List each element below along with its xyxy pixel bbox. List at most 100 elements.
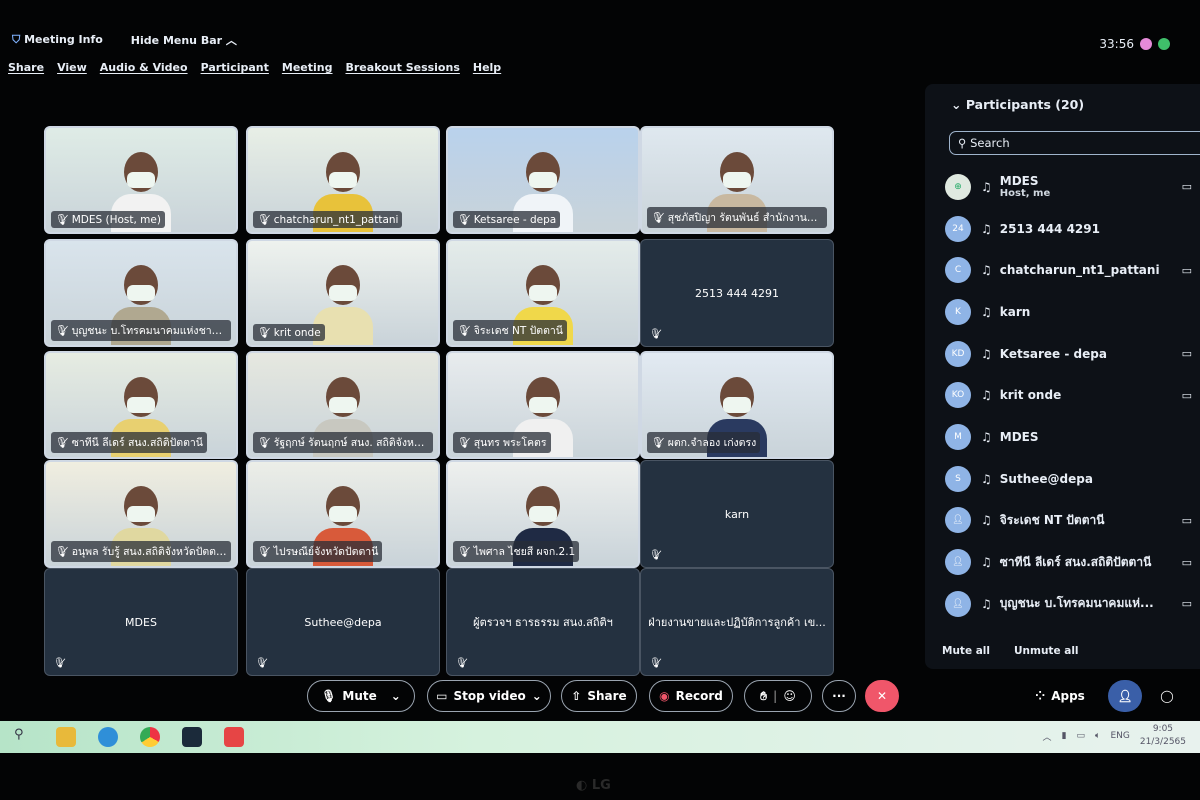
menu-view[interactable]: View	[57, 61, 87, 74]
share-button[interactable]: ⇧ Share	[561, 680, 637, 712]
video-tile[interactable]: 🎙︎̸ Ketsaree - depa	[446, 126, 640, 234]
participant-row[interactable]: K ♫︎ karn	[945, 291, 1200, 333]
participant-row[interactable]: S ♫︎ Suthee@depa	[945, 458, 1200, 500]
menu-participant[interactable]: Participant	[201, 61, 269, 74]
chrome-icon[interactable]	[140, 727, 160, 747]
video-tile[interactable]: 2513 444 4291 🎙︎̸	[640, 239, 834, 347]
video-tile[interactable]: 🎙︎̸ ไปรษณีย์จังหวัดปัตตานี	[246, 460, 440, 568]
participant-row[interactable]: 👤︎ ♫︎ ซาทีนี ลีเดร์ สนง.สถิติปัตตานี ▭	[945, 541, 1200, 583]
leave-button[interactable]: ✕	[865, 680, 899, 712]
headset-icon: ♫︎	[981, 596, 992, 611]
close-icon: ✕	[876, 689, 888, 703]
webex-icon[interactable]	[182, 727, 202, 747]
participant-search-input[interactable]: ⚲ Search	[949, 131, 1200, 155]
hide-menu-bar-button[interactable]: Hide Menu Bar ︿	[131, 32, 237, 48]
battery-icon[interactable]: ▮	[1062, 731, 1067, 741]
tile-name-label: MDES	[125, 615, 157, 629]
avatar: KD	[945, 340, 971, 367]
video-tile[interactable]: MDES 🎙︎̸	[44, 568, 238, 676]
participants-header[interactable]: ⌄ Participants (20)	[951, 97, 1084, 112]
timer-text: 33:56	[1099, 37, 1134, 51]
mic-muted-icon: 🎙︎̸	[55, 214, 69, 226]
mute-button[interactable]: 🎙︎ Mute ⌄	[307, 680, 415, 712]
search-icon: ⚲	[958, 136, 967, 150]
menu-meeting[interactable]: Meeting	[282, 61, 333, 74]
stop-video-button[interactable]: ▭ Stop video ⌄	[427, 680, 551, 712]
chevron-down-icon: ⌄	[531, 689, 542, 703]
app-icon[interactable]	[224, 727, 244, 747]
mic-muted-icon: 🎙︎̸	[53, 658, 66, 669]
menu-share[interactable]: Share	[8, 61, 44, 74]
tile-name-label: 🎙︎̸ krit onde	[253, 324, 325, 341]
unmute-all-button[interactable]: Unmute all	[1014, 645, 1079, 657]
avatar: K	[945, 298, 971, 325]
record-icon: ◉	[659, 689, 670, 703]
menu-breakout-sessions[interactable]: Breakout Sessions	[346, 61, 460, 74]
meeting-info-button[interactable]: ⛉ Meeting Info	[12, 33, 103, 47]
network-icon[interactable]: ▭	[1077, 731, 1086, 741]
participant-row[interactable]: M ♫︎ MDES	[945, 416, 1200, 458]
more-button[interactable]: ···	[822, 680, 856, 712]
menu-help[interactable]: Help	[473, 61, 501, 74]
video-tile[interactable]: 🎙︎̸ MDES (Host, me)	[44, 126, 238, 234]
chevron-up-icon: ︿	[225, 34, 237, 47]
camera-icon: ▭	[436, 689, 448, 703]
chevron-up-icon[interactable]: ︿	[1043, 730, 1052, 743]
apps-button[interactable]: ⁘ Apps	[1030, 680, 1090, 712]
video-tile[interactable]: karn 🎙︎̸	[640, 460, 834, 568]
mic-muted-icon: 🎙︎̸	[457, 214, 471, 226]
reactions-button[interactable]: ✋︎ | ☺	[744, 680, 812, 712]
video-tile[interactable]: ผู้ตรวจฯ ธารธรรม สนง.สถิติฯ 🎙︎̸	[446, 568, 640, 676]
video-tile[interactable]: 🎙︎̸ chatcharun_nt1_pattani	[246, 126, 440, 234]
participant-row[interactable]: C ♫︎ chatcharun_nt1_pattani ▭	[945, 249, 1200, 291]
camera-icon: ▭	[1181, 513, 1192, 527]
mute-all-button[interactable]: Mute all	[942, 645, 990, 657]
tile-name-label: 🎙︎̸ สุชภัสปิญา รัตนพันธ์ สำนักงานสถิ...	[647, 207, 827, 228]
tile-name-label: 🎙︎̸ อนุพล รับรู้ สนง.สถิติจังหวัดปัตตานี	[51, 541, 231, 562]
search-icon[interactable]: ⚲	[14, 727, 24, 742]
video-tile[interactable]: 🎙︎̸ ไพศาล ไชยสี ผจก.2.1	[446, 460, 640, 568]
mic-muted-icon: 🎙︎̸	[257, 546, 271, 558]
video-tile[interactable]: Suthee@depa 🎙︎̸	[246, 568, 440, 676]
mic-muted-icon: 🎙︎̸	[649, 550, 662, 561]
video-tile[interactable]: 🎙︎̸ krit onde	[246, 239, 440, 347]
video-tile[interactable]: 🎙︎̸ สุนทร พระโคตร	[446, 351, 640, 459]
tile-name-label: 2513 444 4291	[695, 286, 779, 300]
file-explorer-icon[interactable]	[56, 727, 76, 747]
participant-row[interactable]: 👤︎ ♫︎ จิระเดช NT ปัตตานี ▭	[945, 500, 1200, 542]
video-tile[interactable]: 🎙︎̸ บุญชนะ บ.โทรคมนาคมแห่งชาติ ปั...	[44, 239, 238, 347]
video-tile[interactable]: ฝ่ายงานขายและปฏิบัติการลูกค้า เข... 🎙︎̸	[640, 568, 834, 676]
participant-row[interactable]: KD ♫︎ Ketsaree - depa ▭	[945, 333, 1200, 375]
avatar: 👤︎	[945, 590, 971, 617]
video-tile[interactable]: 🎙︎̸ สุชภัสปิญา รัตนพันธ์ สำนักงานสถิ...	[640, 126, 834, 234]
avatar: S	[945, 465, 971, 492]
headset-icon: ♫︎	[981, 179, 992, 194]
chevron-down-icon: ⌄	[951, 97, 962, 112]
video-tile[interactable]: 🎙︎̸ จิระเดช NT ปัตตานี	[446, 239, 640, 347]
headset-icon: ♫︎	[981, 304, 992, 319]
camera-icon: ▭	[1181, 180, 1192, 194]
mic-muted-icon: 🎙︎̸	[55, 546, 69, 558]
clock[interactable]: 9:05 21/3/2565	[1140, 723, 1186, 749]
video-tile[interactable]: 🎙︎̸ ผตก.จำลอง เก่งตรง	[640, 351, 834, 459]
edge-icon[interactable]	[98, 727, 118, 747]
record-button[interactable]: ◉ Record	[649, 680, 733, 712]
tile-name-label: Suthee@depa	[304, 615, 382, 629]
participant-list: ⊕ ♫︎ MDES Host, me ▭ 24 ♫︎ 2513 444 4291 C ♫︎ chat…	[945, 166, 1200, 636]
video-tile[interactable]: 🎙︎̸ ซาทีนี ลีเดร์ สนง.สถิติปัตตานี	[44, 351, 238, 459]
participant-row[interactable]: ⊕ ♫︎ MDES Host, me ▭	[945, 166, 1200, 208]
language-indicator[interactable]: ENG	[1110, 731, 1129, 741]
participant-row[interactable]: 24 ♫︎ 2513 444 4291	[945, 208, 1200, 250]
video-tile[interactable]: 🎙︎̸ อนุพล รับรู้ สนง.สถิติจังหวัดปัตตานี	[44, 460, 238, 568]
video-tile[interactable]: 🎙︎̸ รัฐฤกษ์ รัตนฤกษ์ สนง. สถิติจังหวัดปั…	[246, 351, 440, 459]
volume-icon[interactable]: 🔈︎	[1095, 731, 1100, 741]
mic-muted-icon: 🎙︎̸	[649, 658, 662, 669]
participants-toggle-button[interactable]: 👤︎	[1108, 680, 1142, 712]
headset-icon: ♫︎	[981, 471, 992, 486]
camera-icon: ▭	[1181, 347, 1192, 361]
participant-row[interactable]: 👤︎ ♫︎ บุญชนะ บ.โทรคมนาคมแห่... ▭	[945, 583, 1200, 625]
mic-muted-icon: 🎙︎̸	[651, 437, 665, 449]
participant-row[interactable]: KO ♫︎ krit onde ▭	[945, 374, 1200, 416]
chat-button[interactable]: ◯	[1152, 680, 1182, 712]
menu-audio-video[interactable]: Audio & Video	[100, 61, 188, 74]
